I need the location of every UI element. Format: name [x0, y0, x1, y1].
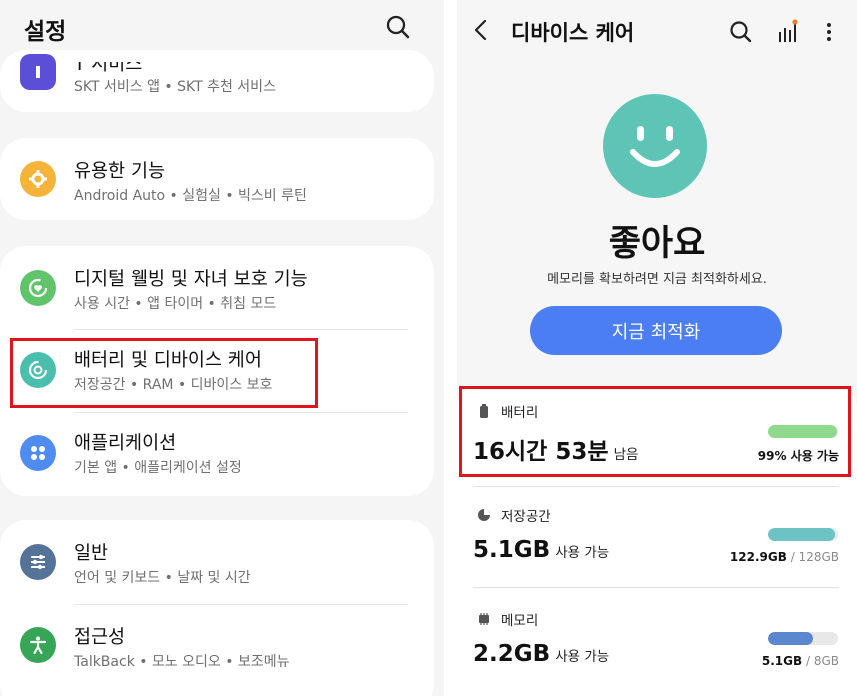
- battery-time: 16시간 53분: [473, 439, 609, 465]
- settings-item-subtitle: Android Auto • 실험실 • 빅스비 루틴: [74, 188, 307, 204]
- settings-card-partial: T 서비스 SKT 서비스 앱 • SKT 추천 서비스: [0, 50, 434, 112]
- settings-item-digital-wellbeing[interactable]: 디지털 웰빙 및 자녀 보호 기능 사용 시간 • 앱 타이머 • 취침 모드: [0, 246, 434, 328]
- memory-total: / 8GB: [805, 654, 839, 668]
- settings-item-subtitle: 언어 및 키보드 • 날짜 및 시간: [74, 570, 251, 586]
- search-icon[interactable]: [727, 16, 755, 46]
- settings-item-advanced-features[interactable]: 유용한 기능 Android Auto • 실험실 • 빅스비 루틴: [0, 138, 434, 220]
- storage-progress-fill: [768, 528, 836, 541]
- storage-pie-icon: [477, 507, 491, 521]
- settings-item-title: 배터리 및 디바이스 케어: [74, 350, 262, 371]
- back-arrow-icon[interactable]: [469, 15, 493, 45]
- wellbeing-heart-icon: [20, 270, 56, 306]
- settings-item-subtitle: TalkBack • 모노 오디오 • 보조메뉴: [74, 654, 290, 670]
- battery-progress-bar: [768, 425, 838, 438]
- memory-used: 5.1GB: [761, 654, 803, 668]
- page-title: 디바이스 케어: [511, 21, 635, 45]
- smiley-face-icon: [603, 94, 707, 198]
- optimize-now-button[interactable]: 지금 최적화: [530, 306, 782, 355]
- storage-stat[interactable]: 저장공간 5.1GB 사용 가능 122.9GB / 128GB: [457, 490, 857, 586]
- memory-value: 2.2GB 사용 가능: [473, 641, 609, 667]
- storage-detail: 122.9GB / 128GB: [730, 550, 839, 564]
- status-message: 메모리를 확보하려면 지금 최적화하세요.: [547, 272, 767, 287]
- settings-item-general[interactable]: 일반 언어 및 키보드 • 날짜 및 시간: [0, 520, 434, 602]
- star-gear-icon: [20, 161, 56, 197]
- diagnostics-icon[interactable]: [775, 16, 803, 46]
- divider: [473, 587, 839, 588]
- settings-item-title: 애플리케이션: [74, 433, 177, 454]
- battery-label: 배터리: [501, 405, 539, 421]
- memory-label: 메모리: [501, 613, 539, 629]
- settings-item-subtitle: 기본 앱 • 애플리케이션 설정: [74, 460, 242, 476]
- storage-total: / 128GB: [790, 550, 839, 564]
- battery-detail: 99% 사용 가능: [757, 449, 839, 463]
- device-status-card: 배터리 16시간 53분 남음 99% 사용 가능 저장공간 5.1GB 사용 …: [457, 386, 857, 696]
- device-care-icon: [20, 352, 56, 388]
- settings-item-accessibility[interactable]: 접근성 TalkBack • 모노 오디오 • 보조메뉴: [0, 605, 434, 687]
- memory-progress-bar: [768, 632, 838, 645]
- memory-detail: 5.1GB / 8GB: [762, 654, 839, 668]
- divider: [473, 486, 839, 487]
- storage-unit: 사용 가능: [555, 545, 610, 561]
- settings-item-title: 디지털 웰빙 및 자녀 보호 기능: [74, 269, 308, 290]
- settings-item-title: 접근성: [74, 627, 126, 648]
- memory-unit: 사용 가능: [555, 649, 610, 665]
- battery-value: 16시간 53분 남음: [473, 432, 638, 466]
- settings-item-title: 유용한 기능: [74, 161, 165, 182]
- t-service-icon: [20, 54, 56, 90]
- settings-card-group: 디지털 웰빙 및 자녀 보호 기능 사용 시간 • 앱 타이머 • 취침 모드 …: [0, 246, 434, 496]
- memory-free: 2.2GB: [473, 641, 551, 667]
- battery-progress-fill: [768, 425, 838, 438]
- status-text: 좋아요: [608, 224, 706, 264]
- device-care-screen: 디바이스 케어 좋아요 메모리를 확보하려면 지금 최적화하세요. 지금 최적화…: [457, 0, 857, 696]
- apps-grid-icon: [20, 435, 56, 471]
- settings-card-advanced: 유용한 기능 Android Auto • 실험실 • 빅스비 루틴: [0, 138, 434, 220]
- memory-stat[interactable]: 메모리 2.2GB 사용 가능 5.1GB / 8GB: [457, 594, 857, 690]
- battery-stat[interactable]: 배터리 16시간 53분 남음 99% 사용 가능: [457, 386, 857, 481]
- settings-item-title: T 서비스: [74, 54, 143, 75]
- memory-progress-fill: [768, 632, 813, 645]
- accessibility-icon: [20, 627, 56, 663]
- sliders-icon: [20, 544, 56, 580]
- battery-icon: [477, 403, 491, 418]
- settings-card-general: 일반 언어 및 키보드 • 날짜 및 시간 접근성 TalkBack • 모노 …: [0, 520, 434, 696]
- settings-item-applications[interactable]: 애플리케이션 기본 앱 • 애플리케이션 설정: [0, 413, 434, 495]
- memory-chip-icon: [477, 611, 491, 625]
- settings-item-subtitle: SKT 서비스 앱 • SKT 추천 서비스: [74, 79, 276, 95]
- settings-item-subtitle: 저장공간 • RAM • 디바이스 보호: [74, 377, 273, 393]
- settings-item-title: 일반: [74, 543, 109, 564]
- storage-progress-bar: [768, 528, 838, 541]
- settings-screen: 설정 T 서비스 SKT 서비스 앱 • SKT 추천 서비스 유용한 기능 A…: [0, 0, 444, 696]
- settings-item-battery-device-care[interactable]: 배터리 및 디바이스 케어 저장공간 • RAM • 디바이스 보호: [0, 330, 434, 412]
- storage-label: 저장공간: [501, 509, 551, 525]
- more-options-icon[interactable]: [815, 16, 843, 46]
- notification-dot: [792, 19, 798, 25]
- storage-free: 5.1GB: [473, 537, 551, 563]
- storage-value: 5.1GB 사용 가능: [473, 537, 609, 563]
- storage-used: 122.9GB: [729, 550, 787, 564]
- settings-item-t-service[interactable]: T 서비스 SKT 서비스 앱 • SKT 추천 서비스: [0, 30, 434, 112]
- settings-item-subtitle: 사용 시간 • 앱 타이머 • 취침 모드: [74, 296, 277, 312]
- battery-unit: 남음: [613, 447, 639, 463]
